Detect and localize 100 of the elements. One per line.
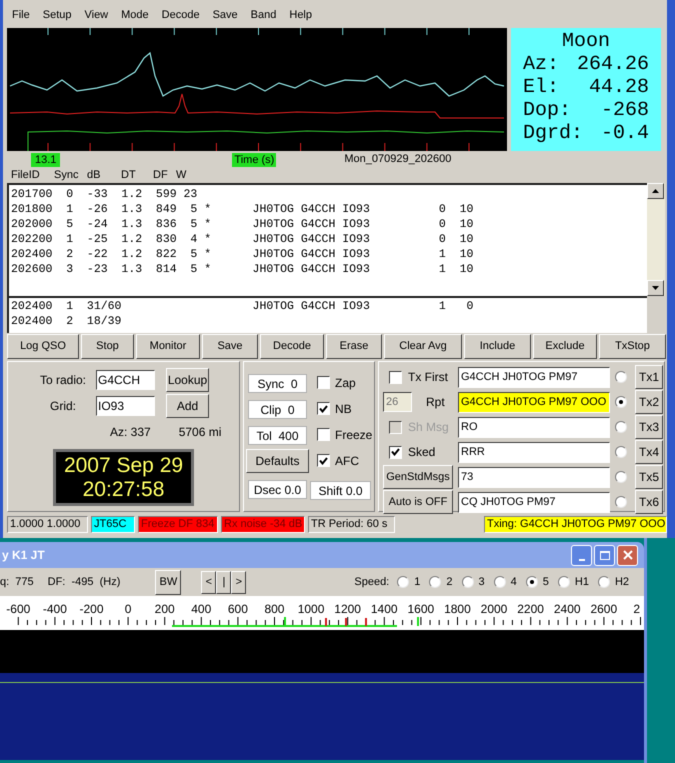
nav-button[interactable]: < [201, 570, 216, 594]
radio-button[interactable] [598, 576, 610, 588]
toolbar-button[interactable]: Stop [81, 334, 134, 359]
radio-button[interactable] [615, 471, 627, 483]
toolbar-button[interactable]: Save [202, 334, 258, 359]
menu-item[interactable]: File [7, 7, 35, 24]
decoded-line: 202600 3 -23 1.3 814 5 * JH0TOG G4CCH IO93 1 10 [11, 262, 474, 277]
moon-value: 264.26 [576, 53, 649, 76]
shift-field[interactable]: Shift 0.0 [310, 481, 371, 500]
scale-label: 200 [154, 602, 176, 616]
menu-item[interactable]: Decode [156, 7, 205, 24]
checkbox[interactable] [317, 428, 330, 441]
toolbar-button[interactable]: Decode [260, 334, 324, 359]
column-header: FileID [11, 168, 41, 184]
scale-label: 1800 [443, 602, 472, 616]
scale-label: 1600 [406, 602, 436, 616]
average-line: 202400 1 31/60 JH0TOG G4CCH IO93 1 0 [11, 299, 474, 314]
scale-label: 600 [226, 602, 249, 616]
tx-button[interactable]: Tx6 [635, 490, 663, 514]
radio-label: 1 [414, 574, 420, 590]
radio-label: H1 [574, 574, 589, 590]
scroll-down-icon[interactable] [647, 280, 664, 296]
add-button[interactable]: Add [166, 394, 209, 418]
radio-label: 5 [542, 574, 549, 590]
radio-button[interactable] [526, 576, 538, 588]
checkbox-label: AFC [335, 452, 359, 470]
moon-label: Dgrd: [523, 122, 584, 145]
scale-label: 800 [263, 602, 286, 616]
message-field[interactable]: 73 [458, 466, 610, 488]
menu-item[interactable]: View [79, 7, 114, 24]
checkbox[interactable] [389, 370, 402, 384]
radio-button[interactable] [615, 496, 627, 508]
radio-button[interactable] [558, 576, 570, 588]
date-text: 2007 Sep 29 [64, 454, 184, 478]
toolbar-button[interactable]: TxStop [599, 334, 666, 359]
radio-button[interactable] [494, 576, 506, 588]
radio-button[interactable] [429, 576, 442, 588]
maximize-icon[interactable] [594, 544, 615, 566]
azimuth-text: Az: 337 [110, 424, 151, 441]
lookup-button[interactable]: Lookup [166, 368, 209, 392]
message-field[interactable]: CQ JH0TOG PM97 [458, 492, 610, 512]
tx-button[interactable]: Tx5 [635, 465, 663, 489]
menu-item[interactable]: Setup [38, 7, 76, 24]
toolbar-button[interactable]: Erase [326, 334, 382, 359]
moon-title: Moon [560, 30, 611, 53]
message-field[interactable]: RRR [458, 442, 610, 462]
toolbar-button[interactable]: Monitor [136, 334, 200, 359]
toolbar-button[interactable]: Log QSO [7, 334, 79, 359]
column-header: W [176, 168, 188, 184]
status-field: 1.0000 1.0000 [7, 516, 88, 532]
message-field[interactable]: G4CCH JH0TOG PM97 [458, 366, 610, 388]
bw-button[interactable]: BW [155, 570, 182, 594]
clip-field[interactable]: Clip 0 [248, 400, 307, 419]
menu-item[interactable]: Save [208, 7, 243, 24]
to-radio-field[interactable]: G4CCH [96, 370, 155, 390]
menu-item[interactable]: Help [284, 7, 317, 24]
file-name: Mon_070929_202600 [344, 152, 452, 168]
moon-value: -0.4 [600, 122, 649, 145]
menu-item[interactable]: Mode [116, 7, 154, 24]
checkbox-label: NB [335, 400, 352, 418]
column-header: Sync [54, 168, 80, 184]
axis-label: Time (s) [232, 152, 276, 166]
tx-button[interactable]: Tx1 [635, 365, 663, 389]
nav-button[interactable]: | [216, 570, 232, 594]
tol-field[interactable]: Tol 400 [248, 426, 307, 445]
speed-label: Speed: [354, 574, 390, 590]
radio-button[interactable] [397, 576, 410, 588]
tx-button[interactable]: Tx4 [635, 440, 663, 464]
checkbox[interactable] [317, 376, 330, 389]
radio-button[interactable] [462, 576, 474, 588]
moon-label: El: [523, 76, 560, 99]
checkbox[interactable] [317, 454, 330, 467]
toolbar-button[interactable]: Include [464, 334, 531, 359]
nav-button[interactable]: > [231, 570, 246, 594]
scrollbar[interactable] [647, 183, 665, 296]
checkbox[interactable] [317, 402, 330, 415]
radio-button[interactable] [615, 446, 627, 458]
defaults-button[interactable]: Defaults [246, 449, 309, 473]
sync-field[interactable]: Sync 0 [248, 374, 307, 393]
radio-label: 4 [510, 574, 517, 590]
moon-value: -268 [600, 99, 649, 122]
status-field: Freeze DF 834 [138, 516, 218, 532]
scroll-up-icon[interactable] [647, 183, 664, 199]
grid-field[interactable]: IO93 [96, 396, 155, 416]
minimize-icon[interactable] [571, 544, 592, 566]
checkbox[interactable] [389, 446, 402, 458]
toolbar-button[interactable]: Clear Avg [384, 334, 462, 359]
checkbox-label: Tx First [408, 369, 448, 386]
radio-button[interactable] [615, 371, 627, 383]
readout-label: 13.1 [31, 152, 60, 166]
dsec-field[interactable]: Dsec 0.0 [248, 480, 307, 499]
status-field: TR Period: 60 s [308, 516, 395, 532]
scale-label: -400 [42, 602, 68, 616]
close-icon[interactable] [617, 544, 638, 566]
average-line: 202400 2 18/39 [11, 314, 122, 329]
moon-value: 44.28 [588, 76, 649, 99]
menu-item[interactable]: Band [246, 7, 282, 24]
action-button[interactable]: GenStdMsgs [383, 465, 453, 489]
action-button[interactable]: Auto is OFF [383, 490, 453, 514]
toolbar-button[interactable]: Exclude [533, 334, 597, 359]
